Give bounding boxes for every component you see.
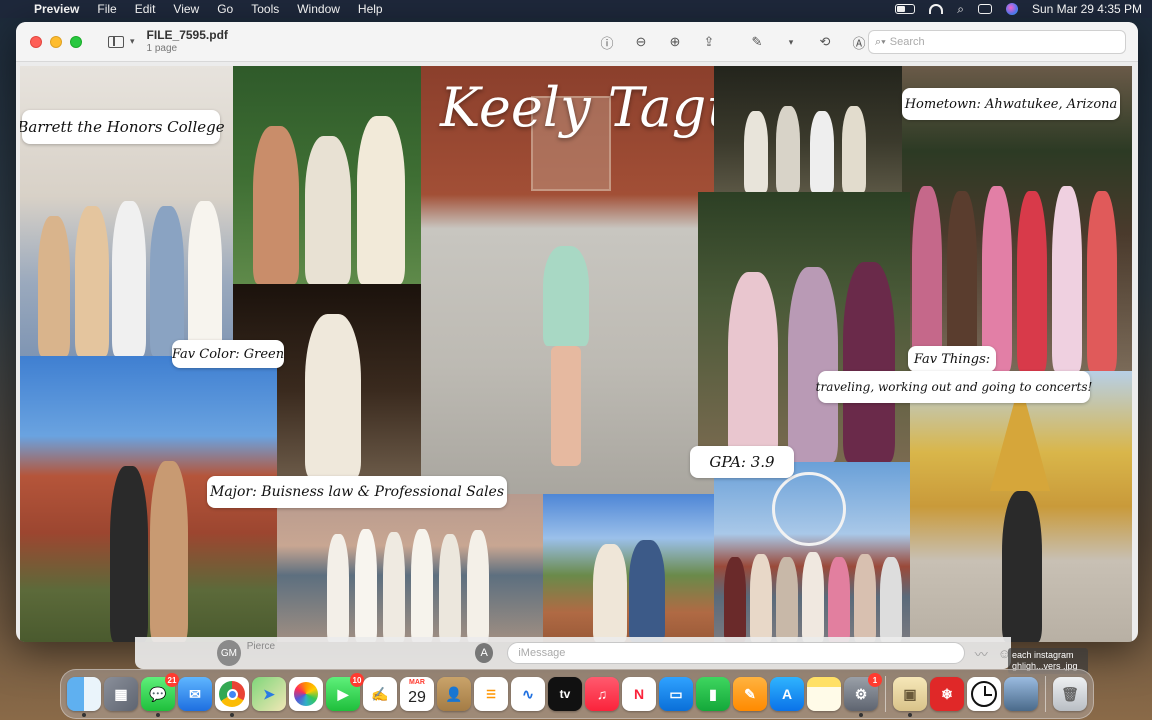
fullscreen-window-button[interactable]: [70, 35, 82, 48]
annotate-icon[interactable]: Ⓐ: [848, 31, 870, 53]
search-input[interactable]: [889, 36, 1110, 48]
menu-help[interactable]: Help: [358, 2, 383, 16]
freeform-icon[interactable]: ✍: [363, 677, 397, 711]
photo-friends-flowers: [233, 66, 421, 284]
photo-friends-dressed-up: [698, 192, 910, 462]
audio-waveform-icon[interactable]: 〰: [975, 644, 988, 663]
spotlight-search-icon[interactable]: ⌕: [957, 2, 964, 17]
zoom-out-icon[interactable]: ⊖: [630, 31, 652, 53]
toolbar: ⓘ ⊖ ⊕ ⇪ ✎ ▾ ⟲ Ⓐ ▭: [596, 22, 904, 62]
trash-icon[interactable]: 🗑: [1053, 677, 1087, 711]
imessage-input[interactable]: [507, 642, 965, 664]
search-field[interactable]: ⌕▾: [868, 30, 1126, 54]
pages-icon[interactable]: ✎: [733, 677, 767, 711]
music-icon[interactable]: ♫: [585, 677, 619, 711]
markup-pen-icon[interactable]: ✎: [746, 31, 768, 53]
label-major: Major: Buisness law & Professional Sales: [207, 476, 507, 508]
document-page-count: 1 page: [146, 42, 178, 54]
menu-view[interactable]: View: [173, 2, 199, 16]
photo-friends-beach: [277, 494, 543, 642]
freeform-board-icon[interactable]: ∿: [511, 677, 545, 711]
label-hometown: Hometown: Ahwatukee, Arizona: [902, 88, 1120, 120]
mail-icon[interactable]: ✉: [178, 677, 212, 711]
photo-desert-couple: [543, 494, 714, 642]
calendar-month: MAR: [409, 679, 425, 686]
facetime-icon[interactable]: ▶ 10: [326, 673, 364, 711]
minimize-window-button[interactable]: [50, 35, 62, 48]
facetime-badge: 10: [350, 673, 364, 687]
menu-tools[interactable]: Tools: [251, 2, 279, 16]
maps-icon[interactable]: ➤: [252, 677, 286, 711]
calendar-day: 29: [408, 689, 426, 706]
photo-temple-travel: [910, 371, 1132, 642]
markup-chevron-down-icon[interactable]: ▾: [780, 31, 802, 53]
siri-icon[interactable]: [1005, 3, 1018, 15]
apps-icon[interactable]: A: [475, 643, 494, 663]
preview-app-icon[interactable]: ▣: [893, 677, 927, 717]
snowflake-app-icon[interactable]: ❄: [930, 677, 964, 711]
apple-tv-icon[interactable]: tv: [548, 677, 582, 711]
photos-icon[interactable]: [289, 677, 323, 711]
menu-edit[interactable]: Edit: [135, 2, 156, 16]
photo-friends-night-group: [714, 66, 902, 192]
document-info: FILE_7595.pdf 1 page: [146, 28, 228, 54]
calendar-icon[interactable]: MAR 29: [400, 677, 434, 711]
screenshot-thumbnail-icon[interactable]: [1004, 677, 1038, 711]
menu-clock[interactable]: Sun Mar 29 4:35 PM: [1032, 2, 1142, 16]
zoom-in-icon[interactable]: ⊕: [664, 31, 686, 53]
wifi-icon[interactable]: [929, 4, 944, 14]
photo-friends-theme-park: [714, 462, 910, 642]
battery-icon[interactable]: [895, 4, 916, 14]
reminders-icon[interactable]: ☰: [474, 677, 508, 711]
label-fav-things-title: Fav Things:: [908, 346, 996, 372]
messages-badge: 21: [165, 673, 179, 687]
label-fav-color: Fav Color: Green: [172, 340, 284, 368]
chevron-down-icon: ▾: [130, 36, 135, 46]
preview-window: ▾ FILE_7595.pdf 1 page ⓘ ⊖ ⊕ ⇪ ✎ ▾ ⟲ Ⓐ ▭…: [16, 22, 1138, 642]
close-window-button[interactable]: [30, 35, 42, 48]
finder-icon[interactable]: [67, 677, 101, 717]
menu-window[interactable]: Window: [297, 2, 340, 16]
info-icon[interactable]: ⓘ: [596, 31, 618, 53]
keynote-icon[interactable]: ▭: [659, 677, 693, 711]
avatar[interactable]: GM: [217, 640, 241, 666]
sidebar-icon: [108, 35, 124, 48]
share-icon[interactable]: ⇪: [698, 31, 720, 53]
dock: ▦ 💬 21 ✉ ➤ ▶ 10 ✍ MAR 29 👤 ☰ ∿ tv ♫ N ▭ ▮ …: [60, 669, 1094, 719]
contacts-icon[interactable]: 👤: [437, 677, 471, 711]
menu-file[interactable]: File: [97, 2, 116, 16]
dock-separator: [885, 676, 886, 712]
contact-name: Pierce: [246, 640, 276, 652]
menu-app-preview[interactable]: Preview: [34, 2, 79, 16]
clock-icon[interactable]: [967, 677, 1001, 711]
label-fav-things: traveling, working out and going to conc…: [816, 371, 1092, 403]
chrome-icon[interactable]: [215, 677, 249, 717]
sidebar-toggle-button[interactable]: ▾: [108, 35, 135, 48]
control-center-icon[interactable]: [977, 4, 992, 14]
rotate-icon[interactable]: ⟲: [814, 31, 836, 53]
numbers-icon[interactable]: ▮: [696, 677, 730, 711]
settings-badge: 1: [868, 673, 882, 687]
news-icon[interactable]: N: [622, 677, 656, 711]
label-college: Barrett the Honors College: [20, 110, 225, 144]
desktop-file-line1: each instagram: [1012, 650, 1074, 660]
apple-tv-label: tv: [559, 687, 571, 701]
document-page[interactable]: Keely Tague Barrett the Honors College F…: [20, 66, 1132, 642]
app-store-icon[interactable]: A: [770, 677, 804, 711]
system-settings-icon[interactable]: ⚙ 1: [844, 673, 882, 717]
label-gpa: GPA: 3.9: [690, 446, 794, 478]
menu-bar: Preview File Edit View Go Tools Window H…: [0, 0, 1152, 18]
messages-window-partial: GM Pierce A 〰 ☺: [135, 637, 1011, 669]
search-icon: ⌕▾: [875, 35, 886, 48]
window-titlebar[interactable]: ▾ FILE_7595.pdf 1 page ⓘ ⊖ ⊕ ⇪ ✎ ▾ ⟲ Ⓐ ▭…: [16, 22, 1138, 62]
document-title: FILE_7595.pdf: [146, 28, 228, 43]
launchpad-icon[interactable]: ▦: [104, 677, 138, 711]
dock-separator-trash: [1045, 676, 1046, 712]
menu-go[interactable]: Go: [217, 2, 233, 16]
notes-icon[interactable]: [807, 677, 841, 711]
messages-icon[interactable]: 💬 21: [141, 673, 179, 717]
